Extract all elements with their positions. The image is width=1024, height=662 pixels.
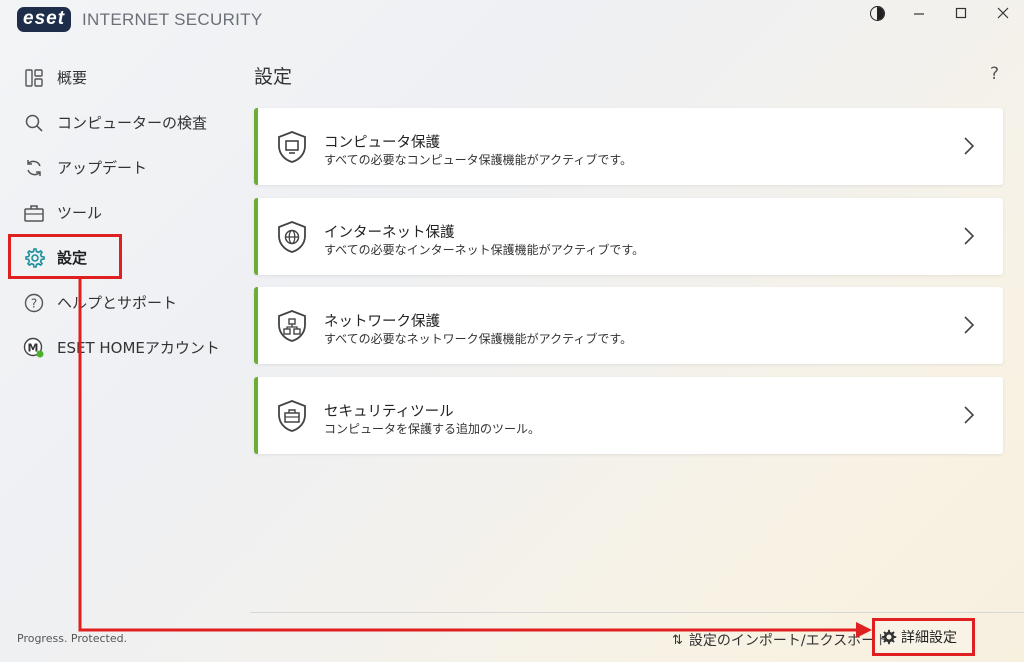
sidebar-item-label: ヘルプとサポート [57, 294, 178, 312]
card-description: コンピュータを保護する追加のツール。 [324, 422, 541, 436]
sidebar-item-scan[interactable]: コンピューターの検査 [0, 100, 240, 145]
sidebar: 概要 コンピューターの検査 アップデート ツール 設定 ? ヘルプとサポート M [0, 55, 240, 370]
network-shield-icon [278, 310, 306, 342]
sidebar-item-label: 概要 [57, 69, 88, 87]
sidebar-item-update[interactable]: アップデート [0, 145, 240, 190]
card-description: すべての必要なコンピュータ保護機能がアクティブです。 [324, 153, 633, 167]
sidebar-item-label: ツール [57, 204, 103, 222]
close-button[interactable] [982, 0, 1024, 26]
card-network-protection[interactable]: ネットワーク保護 すべての必要なネットワーク保護機能がアクティブです。 [254, 287, 1003, 364]
help-button[interactable]: ? [990, 64, 999, 84]
chevron-right-icon [964, 406, 975, 424]
card-title: ネットワーク保護 [324, 314, 440, 330]
toolbox-icon [23, 202, 45, 224]
chevron-right-icon [964, 316, 975, 334]
toolbox-shield-icon [278, 400, 306, 432]
window-controls [856, 0, 1024, 26]
import-export-link[interactable]: ⇅ 設定のインポート/エクスポート [672, 630, 889, 650]
settings-highlight-box [8, 234, 122, 279]
maximize-icon [955, 7, 967, 19]
search-icon [23, 112, 45, 134]
globe-shield-icon [278, 221, 306, 253]
sidebar-item-label: ESET HOMEアカウント [57, 339, 220, 357]
help-icon: ? [23, 292, 45, 314]
sidebar-item-label: コンピューターの検査 [57, 114, 208, 132]
card-title: インターネット保護 [324, 225, 455, 241]
card-title: セキュリティツール [324, 404, 454, 420]
sidebar-item-overview[interactable]: 概要 [0, 55, 240, 100]
card-title: コンピュータ保護 [324, 135, 440, 151]
sidebar-item-tools[interactable]: ツール [0, 190, 240, 235]
refresh-icon [23, 157, 45, 179]
eset-logo: eset INTERNET SECURITY [17, 7, 263, 32]
card-description: すべての必要なネットワーク保護機能がアクティブです。 [324, 332, 633, 346]
account-icon: M [23, 337, 45, 359]
sidebar-item-help[interactable]: ? ヘルプとサポート [0, 280, 240, 325]
contrast-icon [869, 5, 885, 21]
import-export-icon: ⇅ [672, 632, 683, 648]
chevron-right-icon [964, 137, 975, 155]
card-description: すべての必要なインターネット保護機能がアクティブです。 [324, 243, 645, 257]
eset-logo-badge: eset [17, 7, 72, 32]
minimize-button[interactable] [898, 0, 940, 26]
computer-shield-icon [278, 131, 306, 163]
advanced-settings-label: 詳細設定 [901, 630, 957, 646]
footer-divider [250, 612, 1024, 613]
close-icon [997, 7, 1009, 19]
page-title: 設定 [254, 66, 293, 88]
minimize-icon [914, 13, 924, 15]
status-tagline: Progress. Protected. [17, 632, 128, 645]
card-computer-protection[interactable]: コンピュータ保護 すべての必要なコンピュータ保護機能がアクティブです。 [254, 108, 1003, 185]
sidebar-item-account[interactable]: M ESET HOMEアカウント [0, 325, 240, 370]
card-internet-protection[interactable]: インターネット保護 すべての必要なインターネット保護機能がアクティブです。 [254, 198, 1003, 275]
sidebar-item-label: アップデート [57, 159, 148, 177]
product-name: INTERNET SECURITY [82, 9, 263, 29]
advanced-settings-button[interactable]: 詳細設定 [872, 618, 975, 656]
theme-toggle-button[interactable] [856, 0, 898, 26]
dashboard-icon [23, 67, 45, 89]
gear-icon [881, 629, 897, 645]
card-security-tools[interactable]: セキュリティツール コンピュータを保護する追加のツール。 [254, 377, 1003, 454]
import-export-label: 設定のインポート/エクスポート [688, 633, 890, 649]
svg-text:?: ? [31, 296, 37, 310]
chevron-right-icon [964, 227, 975, 245]
maximize-button[interactable] [940, 0, 982, 26]
